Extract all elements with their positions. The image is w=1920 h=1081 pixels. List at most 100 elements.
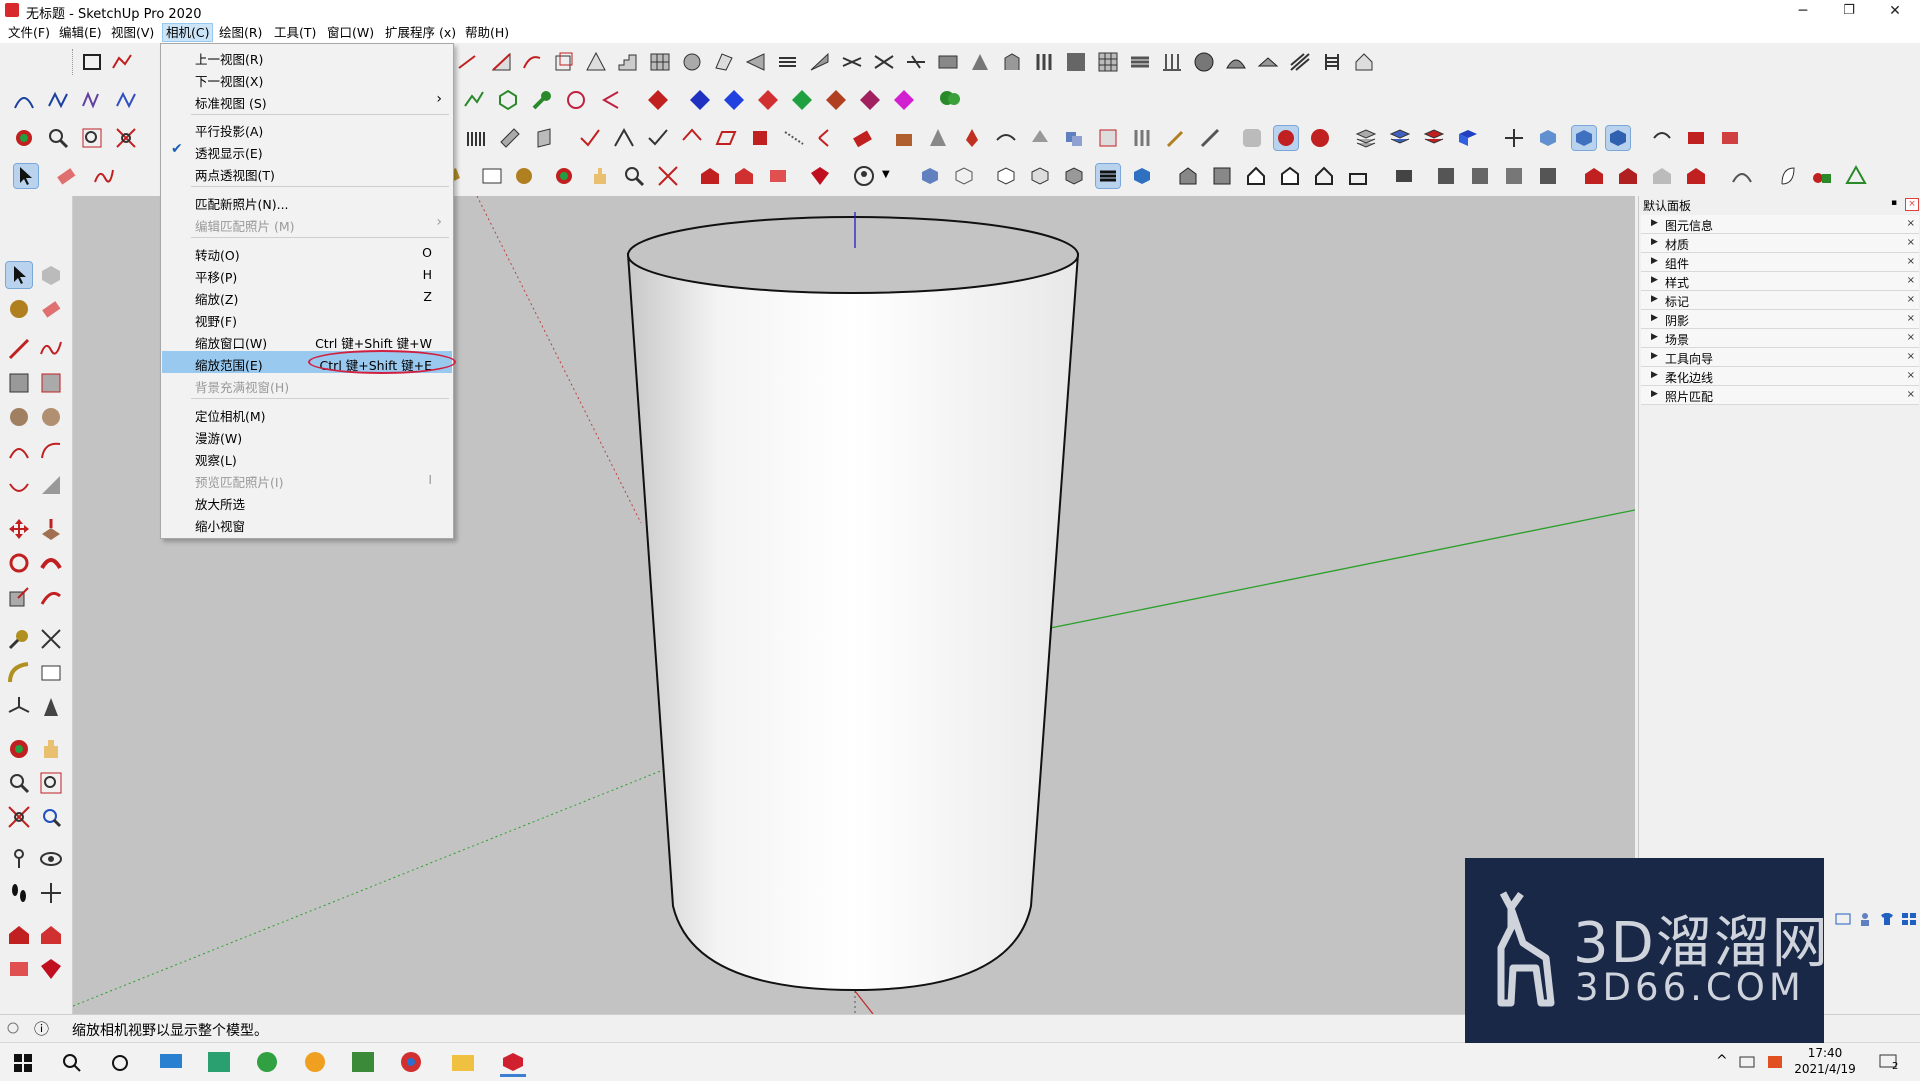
menu-walk[interactable]: 漫游(W) <box>162 424 452 446</box>
warehouse-icon[interactable] <box>698 164 722 188</box>
warehouse-6-icon[interactable] <box>1684 164 1708 188</box>
view-right-icon[interactable] <box>1278 164 1302 188</box>
menu-look-around[interactable]: 观察(L) <box>162 446 452 468</box>
zoom-window-icon[interactable] <box>80 126 104 150</box>
menu-previous-view[interactable]: 上一视图(R) <box>162 45 452 67</box>
tray-close-icon[interactable]: × <box>1907 256 1915 267</box>
style-blue-icon[interactable] <box>1130 164 1154 188</box>
look-around-eye-icon[interactable] <box>38 846 64 872</box>
rotated-rectangle-icon[interactable] <box>38 370 64 396</box>
pan-tool-icon[interactable] <box>38 736 64 762</box>
pillars-icon[interactable] <box>1160 50 1184 74</box>
menu-match-new-photo[interactable]: 匹配新照片(N)... <box>162 190 452 212</box>
pan-hand-icon[interactable] <box>588 164 612 188</box>
layers-stack-red-icon[interactable] <box>1422 126 1446 150</box>
protractor-icon[interactable] <box>6 660 32 686</box>
push-r-icon[interactable] <box>756 88 780 112</box>
menu-zoom-window[interactable]: 缩放窗口(W) Ctrl 键+Shift 键+W <box>162 329 452 351</box>
move-axis-icon[interactable] <box>1502 126 1526 150</box>
blades-icon[interactable] <box>840 50 864 74</box>
cube-blue-icon[interactable] <box>1456 126 1480 150</box>
menu-zoom-extents[interactable]: 缩放范围(E) Ctrl 键+Shift 键+E <box>162 350 456 374</box>
arc-tool-2-icon[interactable] <box>6 438 32 464</box>
component-tool-icon[interactable] <box>38 262 64 288</box>
fence-icon[interactable] <box>464 126 488 150</box>
panel-close-button[interactable]: × <box>1905 198 1919 211</box>
joint-icon[interactable] <box>646 126 670 150</box>
2pt-arc-icon[interactable] <box>38 438 64 464</box>
menu-zoom-out-view[interactable]: 缩小视窗 <box>162 512 452 534</box>
component-1-icon[interactable] <box>1434 164 1458 188</box>
menu-field-of-view[interactable]: 视野(F) <box>162 307 452 329</box>
computer-app-icon[interactable] <box>158 1050 184 1074</box>
freehand-tool-icon[interactable] <box>38 336 64 362</box>
mesh-icon[interactable] <box>1096 50 1120 74</box>
ladder-icon[interactable] <box>1320 50 1344 74</box>
panels-icon[interactable] <box>1064 50 1088 74</box>
walk-footprints-icon[interactable] <box>6 880 32 906</box>
su-app-icon[interactable] <box>1308 126 1332 150</box>
layers-stack-2-icon[interactable] <box>1388 126 1412 150</box>
tray-close-icon[interactable]: × <box>1907 351 1915 362</box>
follow-me-icon[interactable] <box>520 50 544 74</box>
info-icon[interactable]: ⓘ <box>34 1018 49 1039</box>
tray-instructor[interactable]: ▶ 工具向导 × <box>1641 348 1919 367</box>
restore-button[interactable]: ❐ <box>1826 0 1872 22</box>
style-hidden-icon[interactable] <box>994 164 1018 188</box>
select-tool-icon[interactable] <box>5 261 33 289</box>
tray-chevron-up-icon[interactable]: ^ <box>1716 1053 1728 1069</box>
select-arrow-icon[interactable] <box>13 163 39 189</box>
section-plane-tool-icon[interactable] <box>38 880 64 906</box>
task-view-icon[interactable] <box>110 1053 130 1073</box>
curved-mesh-icon[interactable] <box>1224 50 1248 74</box>
arc-tool-icon[interactable] <box>490 50 514 74</box>
position-camera-icon[interactable] <box>6 846 32 872</box>
section-plane-icon[interactable] <box>1392 164 1416 188</box>
menu-zoom[interactable]: 缩放(Z) Z <box>162 285 452 307</box>
rectangle-tool-icon[interactable] <box>6 370 32 396</box>
ribbon-icon[interactable] <box>968 50 992 74</box>
polygon-icon[interactable] <box>496 88 520 112</box>
slab-icon[interactable] <box>1256 50 1280 74</box>
tray-components[interactable]: ▶ 组件 × <box>1641 253 1919 272</box>
knife-icon[interactable] <box>1198 126 1222 150</box>
push-x-icon[interactable] <box>858 88 882 112</box>
keyboard-icon[interactable] <box>1835 912 1851 926</box>
push-red-icon[interactable] <box>646 88 670 112</box>
spike-icon[interactable] <box>926 126 950 150</box>
extension-warehouse-icon[interactable] <box>38 956 64 982</box>
minimize-button[interactable]: ─ <box>1780 0 1826 22</box>
person-tray-icon[interactable] <box>1857 912 1873 926</box>
rectangle-icon[interactable] <box>80 50 104 74</box>
wand-icon[interactable] <box>1164 126 1188 150</box>
zoom-icon[interactable] <box>46 126 70 150</box>
user-circle-icon[interactable] <box>852 164 876 188</box>
view-cube-icon[interactable] <box>1536 126 1560 150</box>
sandbox-icon[interactable] <box>1730 164 1754 188</box>
offset-icon[interactable] <box>748 126 772 150</box>
component-3-icon[interactable] <box>1502 164 1526 188</box>
tray-materials[interactable]: ▶ 材质 × <box>1641 234 1919 253</box>
view-left-icon[interactable] <box>1346 164 1370 188</box>
3pt-arc-icon[interactable] <box>6 472 32 498</box>
push-blue-icon[interactable] <box>688 88 712 112</box>
chevron-down-icon[interactable]: ▼ <box>882 169 890 180</box>
tray-close-icon[interactable]: × <box>1907 389 1915 400</box>
plank-icon[interactable] <box>498 126 522 150</box>
menu-two-point-perspective[interactable]: 两点透视图(T) <box>162 161 452 183</box>
menu-window[interactable]: 窗口(W) <box>324 24 377 41</box>
menu-zoom-selection[interactable]: 放大所选 <box>162 490 452 512</box>
bend-icon[interactable] <box>816 126 840 150</box>
line-pencil-icon[interactable] <box>6 336 32 362</box>
view-back-icon[interactable] <box>1312 164 1336 188</box>
zoom-tool-icon[interactable] <box>6 770 32 796</box>
paint-icon[interactable] <box>512 164 536 188</box>
freehand-icon[interactable] <box>92 164 116 188</box>
sphere-mesh-icon[interactable] <box>1192 50 1216 74</box>
style-wire-icon[interactable] <box>952 164 976 188</box>
tray-close-icon[interactable]: × <box>1907 313 1915 324</box>
grid-tray-icon[interactable] <box>1901 912 1917 926</box>
file-explorer-app-icon[interactable] <box>450 1050 476 1074</box>
close-button[interactable]: ✕ <box>1872 0 1918 22</box>
follow-me-tool-icon[interactable] <box>38 550 64 576</box>
